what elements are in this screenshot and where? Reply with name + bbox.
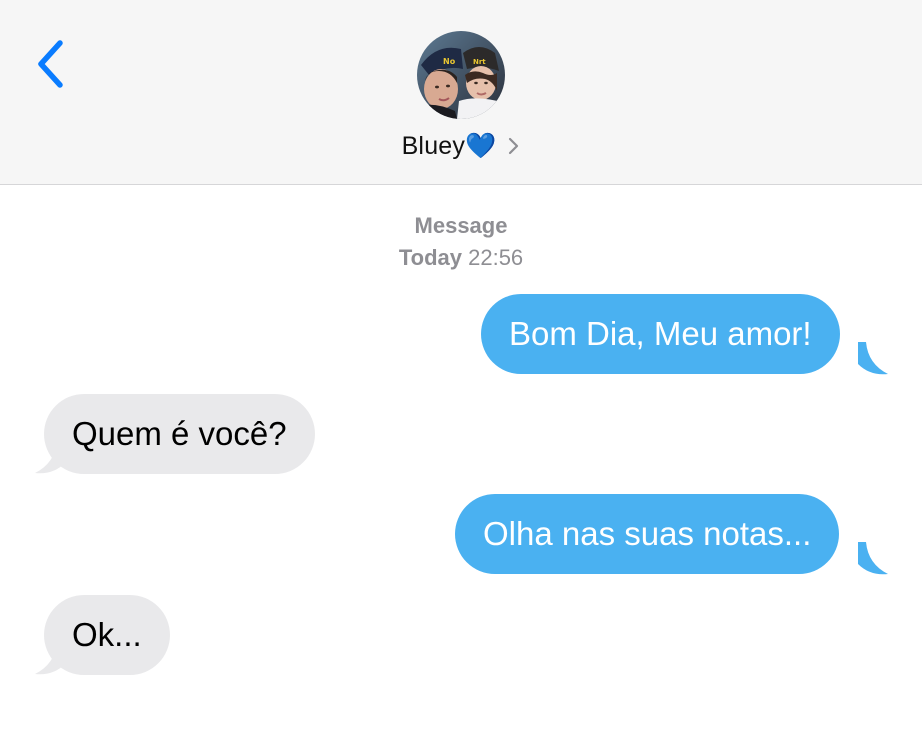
back-button[interactable] (26, 36, 76, 96)
message-bubble-incoming[interactable]: Ok... (44, 595, 170, 675)
contact-avatar[interactable]: No Nrt (417, 31, 505, 119)
contact-details-button[interactable]: Bluey💙 (0, 124, 922, 168)
svg-text:No: No (443, 57, 456, 66)
bubble-tail (858, 542, 888, 575)
date-time-label: Today 22:56 (0, 242, 922, 274)
conversation-header: No Nrt Bluey💙 (0, 0, 922, 185)
service-label: Message (414, 213, 508, 238)
bubble-tail (858, 342, 888, 375)
contact-name: Bluey💙 (401, 131, 497, 160)
svg-text:Nrt: Nrt (473, 58, 486, 66)
time-label: 22:56 (468, 245, 524, 270)
chevron-left-icon (36, 39, 66, 94)
message-bubble-incoming[interactable]: Quem é você? (44, 394, 315, 474)
day-label: Today (398, 245, 462, 270)
message-bubble-outgoing[interactable]: Olha nas suas notas... (455, 494, 840, 574)
message-bubble-outgoing[interactable]: Bom Dia, Meu amor! (481, 294, 840, 374)
messages-screen: No Nrt Bluey💙 Message Today 22:56 Bom Di… (0, 0, 922, 729)
conversation-timestamp: Message Today 22:56 (0, 210, 922, 274)
chevron-right-icon (508, 136, 520, 156)
